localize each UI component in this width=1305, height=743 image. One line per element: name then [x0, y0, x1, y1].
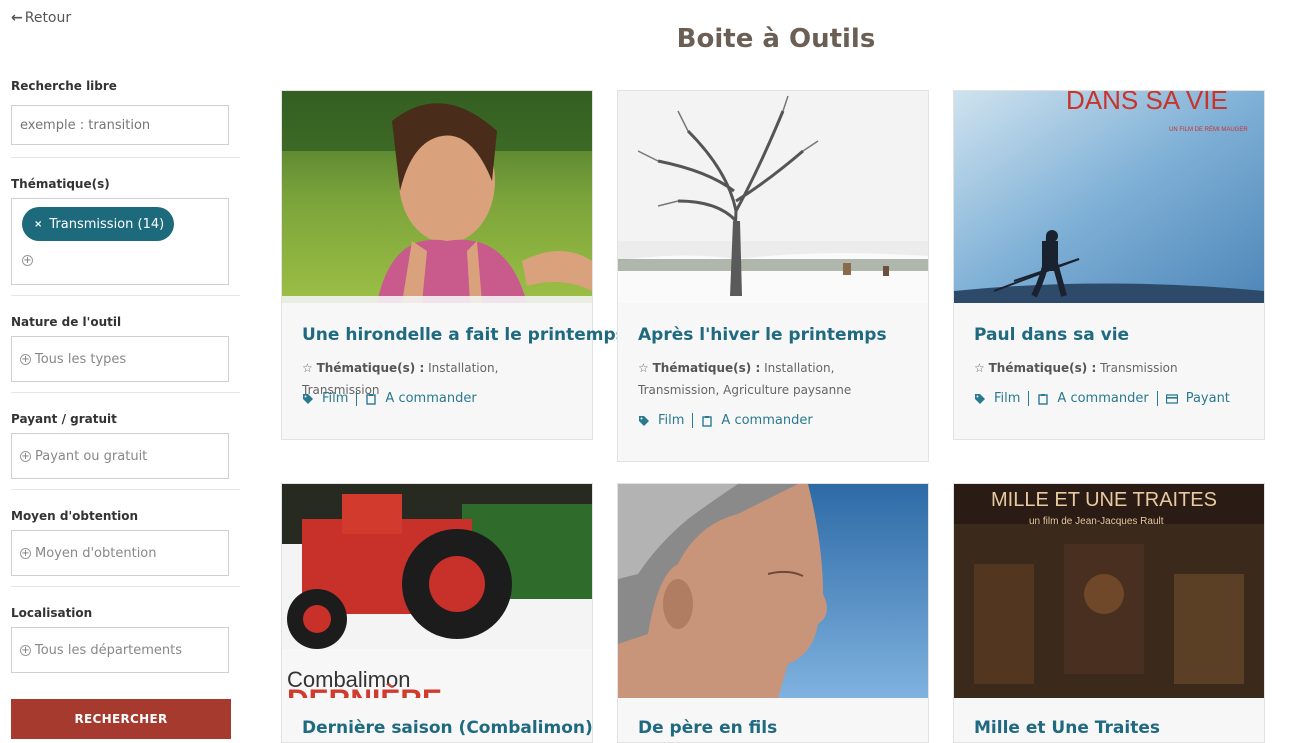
- tag-availability[interactable]: A commander: [1028, 391, 1156, 406]
- add-icon[interactable]: +: [22, 255, 33, 266]
- tag-icon: [975, 393, 985, 404]
- card-meta: ☆ Thématique(s) : Installation, Transmis…: [638, 357, 914, 401]
- card-title[interactable]: Après l'hiver le printemps: [638, 325, 887, 345]
- tag-type[interactable]: Film: [974, 391, 1028, 406]
- tag-type[interactable]: Film: [302, 391, 356, 406]
- back-label: Retour: [24, 10, 72, 26]
- filter-search: Recherche libre: [11, 79, 240, 93]
- filter-label: Moyen d'obtention: [11, 509, 139, 523]
- theme-chip[interactable]: × Transmission (14): [22, 207, 175, 241]
- tag-label: A commander: [721, 413, 813, 428]
- tool-card[interactable]: Une hirondelle a fait le printemps ☆ Thé…: [281, 90, 626, 440]
- filter-nature: Nature de l'outil: [11, 315, 240, 329]
- tag-availability[interactable]: A commander: [356, 391, 484, 406]
- poster-title: DANS SA VIE: [1066, 91, 1228, 115]
- tag-price[interactable]: Payant: [1156, 391, 1238, 406]
- tag-label: Film: [658, 413, 685, 428]
- back-link[interactable]: ← Retour: [11, 10, 71, 26]
- divider: [11, 295, 240, 296]
- card-image[interactable]: DANS SA VIE UN FILM DE RÉMI MAUGER: [954, 91, 1264, 303]
- filter-label: Payant / gratuit: [11, 412, 117, 426]
- card-title[interactable]: De père en fils: [638, 718, 777, 738]
- card-tags: Film A commander Payant: [974, 391, 1238, 406]
- method-value: Moyen d'obtention: [35, 545, 157, 561]
- card-image[interactable]: MILLE ET UNE TRAITES un film de Jean-Jac…: [954, 484, 1264, 698]
- meta-label: Thématique(s) :: [988, 361, 1097, 375]
- poster-title: MILLE ET UNE TRAITES: [991, 489, 1217, 511]
- tag-label: Film: [322, 391, 349, 406]
- clipboard-icon: [366, 393, 377, 405]
- tag-label: A commander: [1057, 391, 1149, 406]
- card-title[interactable]: Mille et Une Traites: [974, 718, 1160, 738]
- arrow-left-icon: ←: [11, 10, 23, 26]
- filter-theme: Thématique(s): [11, 177, 240, 191]
- remove-icon[interactable]: ×: [34, 219, 42, 230]
- card-title[interactable]: Dernière saison (Combalimon): [302, 718, 593, 738]
- card-tags: Film A commander: [302, 391, 485, 406]
- filter-label: Nature de l'outil: [11, 315, 122, 329]
- clipboard-icon: [702, 415, 713, 427]
- add-icon: +: [20, 547, 31, 559]
- card-title[interactable]: Paul dans sa vie: [974, 325, 1129, 345]
- nature-select[interactable]: + Tous les types: [11, 336, 229, 382]
- star-icon: ☆: [638, 361, 649, 375]
- card-title[interactable]: Une hirondelle a fait le printemps: [302, 325, 626, 345]
- filter-payment: Payant / gratuit: [11, 412, 240, 426]
- meta-label: Thématique(s) :: [316, 361, 425, 375]
- poster-subtitle: un film de Jean-Jacques Rault: [1029, 516, 1164, 527]
- tag-availability[interactable]: A commander: [692, 413, 820, 428]
- card-image[interactable]: Combalimon DERNIÈRE: [282, 484, 592, 698]
- tag-icon: [303, 393, 313, 404]
- card-image[interactable]: [618, 484, 928, 698]
- tool-card[interactable]: Après l'hiver le printemps ☆ Thématique(…: [617, 90, 929, 462]
- card-tags: Film A commander: [638, 413, 821, 428]
- location-select[interactable]: + Tous les départements: [11, 627, 229, 673]
- add-icon: +: [20, 450, 31, 462]
- tag-label: Film: [994, 391, 1021, 406]
- tag-icon: [639, 415, 649, 426]
- card-image[interactable]: [282, 91, 592, 303]
- poster-subtitle: UN FILM DE RÉMI MAUGER: [1169, 126, 1248, 133]
- search-input[interactable]: [11, 105, 229, 145]
- filter-location: Localisation: [11, 606, 240, 620]
- star-icon: ☆: [974, 361, 985, 375]
- meta-value: Transmission: [1100, 361, 1178, 375]
- add-icon: +: [20, 353, 31, 365]
- theme-select[interactable]: × Transmission (14) +: [11, 198, 229, 285]
- divider: [11, 157, 240, 158]
- add-icon: +: [20, 644, 31, 656]
- divider: [11, 586, 240, 587]
- filter-label: Localisation: [11, 606, 93, 620]
- clipboard-icon: [1038, 393, 1049, 405]
- page-title: Boite à Outils: [676, 24, 876, 54]
- tool-card[interactable]: DANS SA VIE UN FILM DE RÉMI MAUGER Paul …: [953, 90, 1265, 440]
- meta-label: Thématique(s) :: [652, 361, 761, 375]
- tool-card[interactable]: De père en fils: [617, 483, 929, 743]
- theme-chip-label: Transmission (14): [49, 216, 165, 232]
- payment-value: Payant ou gratuit: [35, 448, 148, 464]
- nature-value: Tous les types: [35, 351, 127, 367]
- search-button[interactable]: RECHERCHER: [11, 699, 231, 739]
- location-value: Tous les départements: [35, 642, 183, 658]
- tool-card[interactable]: MILLE ET UNE TRAITES un film de Jean-Jac…: [953, 483, 1265, 743]
- card-meta: ☆ Thématique(s) : Transmission: [974, 357, 1250, 379]
- divider: [11, 392, 240, 393]
- filter-method: Moyen d'obtention: [11, 509, 240, 523]
- poster-title-large: DERNIÈRE: [287, 683, 442, 698]
- tool-card[interactable]: Combalimon DERNIÈRE Dernière saison (Com…: [281, 483, 593, 743]
- credit-card-icon: [1165, 393, 1178, 404]
- tag-type[interactable]: Film: [638, 413, 692, 428]
- divider: [11, 489, 240, 490]
- filter-label: Recherche libre: [11, 79, 117, 93]
- method-select[interactable]: + Moyen d'obtention: [11, 530, 229, 576]
- star-icon: ☆: [302, 361, 313, 375]
- filter-label: Thématique(s): [11, 177, 110, 191]
- payment-select[interactable]: + Payant ou gratuit: [11, 433, 229, 479]
- tag-label: A commander: [385, 391, 477, 406]
- tag-label: Payant: [1185, 391, 1230, 406]
- card-image[interactable]: [618, 91, 928, 303]
